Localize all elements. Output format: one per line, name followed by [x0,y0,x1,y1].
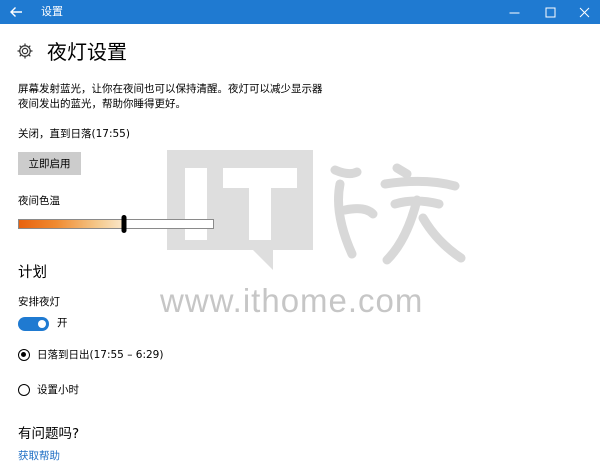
description-line-2: 夜间发出的蓝光，帮助你睡得更好。 [18,98,186,110]
set-hours-label[interactable]: 设置小时 [37,383,79,398]
title-bar: 设置 [0,0,600,24]
slider-thumb[interactable] [121,215,127,233]
help-heading: 有问题吗? [18,426,80,442]
page-title: 夜灯设置 [47,40,127,64]
status-text: 关闭，直到日落(17:55) [18,128,130,140]
schedule-toggle-label: 安排夜灯 [18,296,60,308]
back-button[interactable] [0,0,32,24]
close-button[interactable] [566,0,600,24]
set-hours-radio[interactable] [18,384,30,396]
color-temperature-slider[interactable] [18,215,214,233]
back-arrow-icon [10,7,22,17]
watermark-text: www.ithome.com [160,282,424,319]
get-help-link[interactable]: 获取帮助 [18,449,60,464]
gear-icon [17,43,33,59]
toggle-state-text: 开 [57,317,68,329]
maximize-button[interactable] [532,0,568,24]
description-line-1: 屏幕发射蓝光，让你在夜间也可以保持清醒。夜灯可以减少显示器 [18,83,323,95]
settings-window: 设置 www.ithome.com 夜灯设置 屏幕发射蓝光，让你在夜间也可以保持… [0,0,600,474]
color-temperature-label: 夜间色温 [18,195,60,207]
schedule-heading: 计划 [18,265,47,281]
description: 屏幕发射蓝光，让你在夜间也可以保持清醒。夜灯可以减少显示器 夜间发出的蓝光，帮助… [18,82,348,112]
enable-now-button[interactable]: 立即启用 [18,152,81,175]
sunset-to-sunrise-radio[interactable] [18,349,30,361]
toggle-knob [38,320,46,328]
window-title: 设置 [41,5,63,18]
watermark-logo [167,150,466,270]
sunset-to-sunrise-label[interactable]: 日落到日出(17:55 – 6:29) [37,348,163,363]
minimize-button[interactable] [496,0,532,24]
schedule-toggle[interactable] [18,317,49,331]
close-icon [579,7,589,17]
minimize-icon [509,12,519,13]
slider-fill [19,220,124,228]
maximize-icon [545,7,555,17]
